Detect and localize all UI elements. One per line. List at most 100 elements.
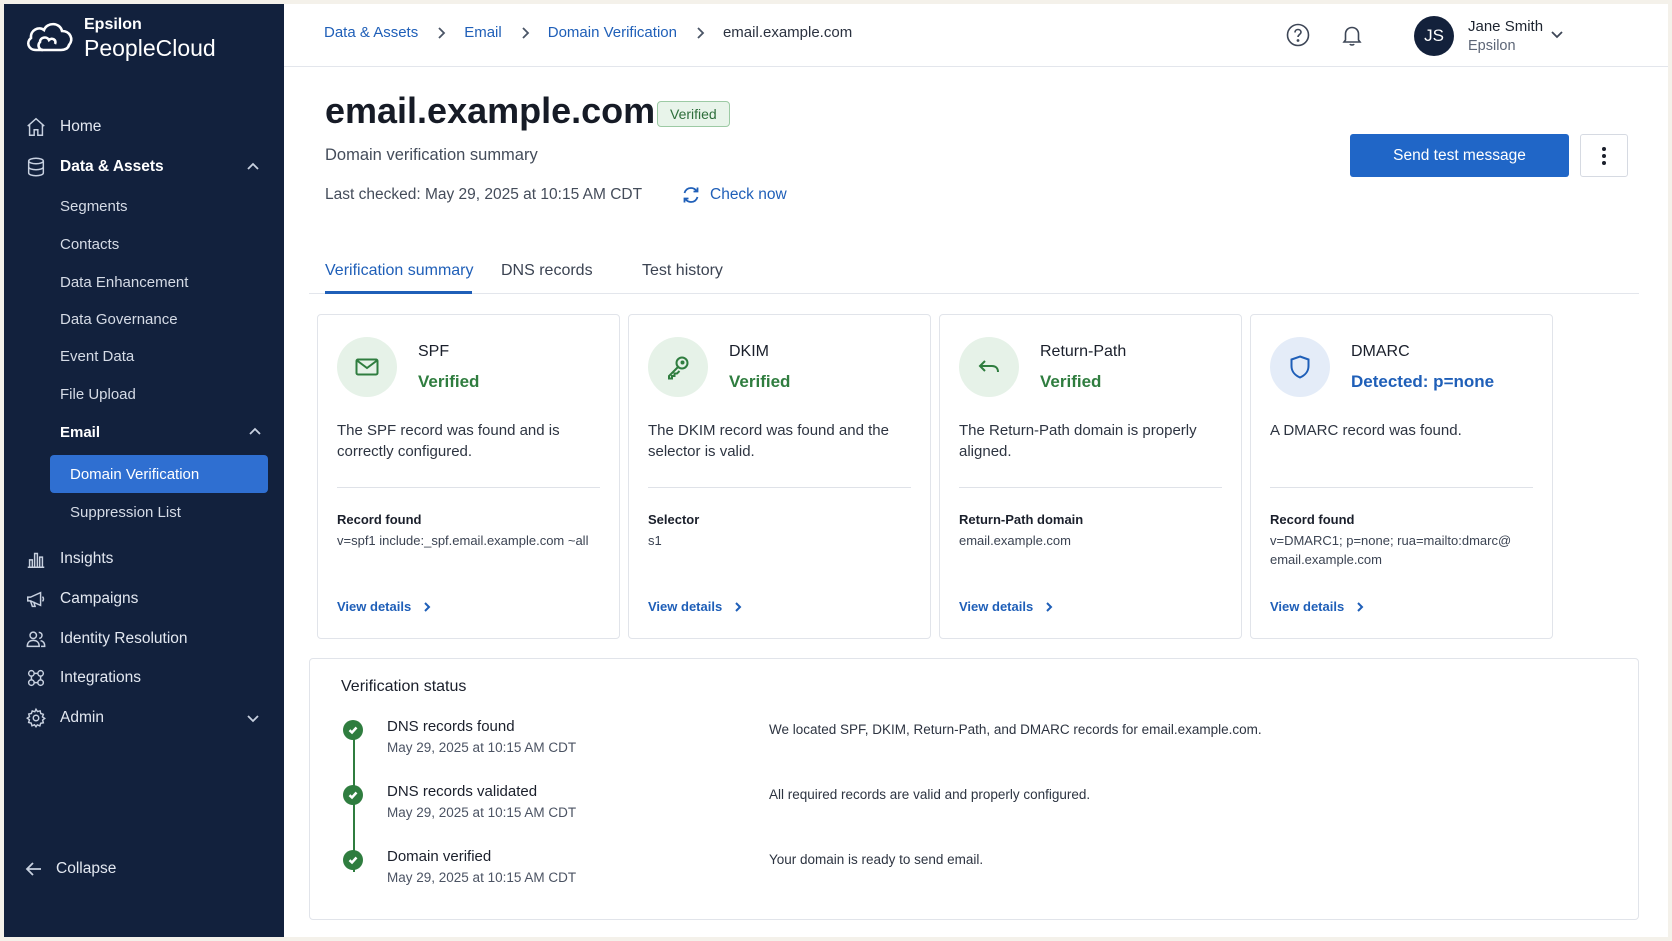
chevron-right-icon bbox=[436, 26, 446, 40]
tab-verification-summary[interactable]: Verification summary bbox=[325, 262, 474, 280]
tab-bar: Verification summary DNS records Test hi… bbox=[309, 254, 1639, 294]
record-value: s1 bbox=[648, 533, 662, 548]
last-checked-text: Last checked: May 29, 2025 at 10:15 AM C… bbox=[325, 186, 643, 203]
status-badge: Verified bbox=[657, 101, 730, 127]
megaphone-icon bbox=[24, 587, 48, 611]
help-icon[interactable] bbox=[1285, 22, 1311, 48]
home-icon bbox=[24, 115, 48, 139]
bar-chart-icon bbox=[24, 547, 48, 571]
step-message: We located SPF, DKIM, Return-Path, and D… bbox=[769, 722, 1262, 737]
section-title: Verification status bbox=[341, 678, 467, 695]
sidebar-item-label: Domain Verification bbox=[70, 465, 200, 483]
brand-name: Epsilon bbox=[84, 16, 142, 33]
shield-icon bbox=[1270, 337, 1330, 397]
app-window: Epsilon PeopleCloud Home Data & Assets S… bbox=[4, 4, 1668, 937]
chevron-right-icon bbox=[520, 26, 530, 40]
divider bbox=[959, 487, 1222, 488]
user-org: Epsilon bbox=[1468, 37, 1516, 54]
chevron-up-icon[interactable] bbox=[246, 423, 264, 445]
view-details-label: View details bbox=[1270, 599, 1345, 614]
return-arrow-icon bbox=[959, 337, 1019, 397]
dmarc-card: DMARC Detected: p=none A DMARC record wa… bbox=[1250, 314, 1553, 639]
view-details-label: View details bbox=[959, 599, 1034, 614]
sidebar-item-home[interactable]: Home bbox=[24, 109, 272, 145]
step-time: May 29, 2025 at 10:15 AM CDT bbox=[387, 870, 577, 885]
user-menu[interactable]: Jane Smith Epsilon bbox=[1468, 18, 1543, 55]
view-details-label: View details bbox=[648, 599, 723, 614]
card-description: The SPF record was found and is correctl… bbox=[337, 422, 560, 460]
page-subtitle: Domain verification summary bbox=[325, 146, 538, 164]
divider bbox=[1270, 487, 1533, 488]
sidebar-item-data-assets[interactable]: Data & Assets bbox=[24, 149, 272, 185]
more-options-button[interactable] bbox=[1580, 134, 1628, 177]
record-value: v=spf1 include:_spf.email.example.com ~a… bbox=[337, 533, 589, 548]
sidebar-item-label: Campaigns bbox=[60, 590, 139, 607]
send-test-message-button[interactable]: Send test message bbox=[1350, 134, 1569, 177]
sidebar-subitem-domain-verification[interactable]: Domain Verification bbox=[50, 455, 268, 493]
sidebar-subitem-event-data[interactable]: Event Data bbox=[60, 339, 134, 373]
sidebar-subitem-segments[interactable]: Segments bbox=[60, 189, 128, 223]
step-message: Your domain is ready to send email. bbox=[769, 852, 984, 867]
card-description: A DMARC record was found. bbox=[1270, 422, 1462, 439]
breadcrumb-link-email[interactable]: Email bbox=[464, 24, 502, 41]
card-status: Verified bbox=[1040, 372, 1102, 391]
product-name: PeopleCloud bbox=[84, 34, 216, 61]
check-circle-icon bbox=[343, 785, 363, 805]
verification-status-panel: Verification status DNS records found Ma… bbox=[309, 658, 1639, 920]
sidebar-item-label: Admin bbox=[60, 709, 104, 726]
card-status: Verified bbox=[729, 372, 791, 391]
integrations-icon bbox=[24, 666, 48, 690]
logo[interactable]: Epsilon PeopleCloud bbox=[24, 16, 216, 61]
tab-dns-records[interactable]: DNS records bbox=[501, 262, 593, 280]
sidebar-item-campaigns[interactable]: Campaigns bbox=[24, 581, 272, 617]
card-status: Verified bbox=[418, 372, 480, 391]
avatar[interactable]: JS bbox=[1414, 16, 1454, 56]
check-now-button[interactable]: Check now bbox=[680, 184, 787, 206]
chevron-down-icon[interactable] bbox=[1549, 26, 1567, 44]
sidebar-item-label: Insights bbox=[60, 550, 114, 567]
chevron-up-icon[interactable] bbox=[244, 158, 262, 176]
view-details-link[interactable]: View details bbox=[337, 599, 433, 614]
sidebar-item-insights[interactable]: Insights bbox=[24, 541, 272, 577]
sidebar-item-label: Integrations bbox=[60, 669, 141, 686]
chevron-down-icon[interactable] bbox=[244, 709, 262, 727]
step-title: DNS records validated bbox=[387, 783, 538, 800]
view-details-link[interactable]: View details bbox=[959, 599, 1055, 614]
step-title: DNS records found bbox=[387, 718, 515, 735]
record-value: v=DMARC1; p=none; rua=mailto:dmarc@ emai… bbox=[1270, 533, 1512, 567]
sidebar-subitem-contacts[interactable]: Contacts bbox=[60, 227, 119, 261]
people-icon bbox=[24, 627, 48, 651]
view-details-link[interactable]: View details bbox=[1270, 599, 1366, 614]
card-description: The Return-Path domain is properly align… bbox=[959, 422, 1197, 460]
view-details-label: View details bbox=[337, 599, 412, 614]
breadcrumb-link-data-assets[interactable]: Data & Assets bbox=[324, 24, 418, 41]
sidebar-subitem-data-enhancement[interactable]: Data Enhancement bbox=[60, 265, 188, 299]
sidebar-item-identity-resolution[interactable]: Identity Resolution bbox=[24, 621, 272, 657]
collapse-label: Collapse bbox=[56, 860, 117, 877]
sidebar-item-admin[interactable]: Admin bbox=[24, 700, 272, 736]
vertical-ellipsis-icon bbox=[1602, 146, 1606, 165]
collapse-button[interactable]: Collapse bbox=[24, 859, 116, 879]
check-circle-icon bbox=[343, 850, 363, 870]
sidebar-subitem-file-upload[interactable]: File Upload bbox=[60, 377, 136, 411]
chevron-right-icon bbox=[424, 601, 431, 612]
divider bbox=[648, 487, 911, 488]
sidebar-item-label: Identity Resolution bbox=[60, 630, 188, 647]
breadcrumb-current: email.example.com bbox=[722, 24, 853, 41]
cloud-logo-icon bbox=[26, 23, 73, 52]
step-time: May 29, 2025 at 10:15 AM CDT bbox=[387, 805, 577, 820]
breadcrumb-link-domain-verification[interactable]: Domain Verification bbox=[548, 24, 677, 41]
sidebar-subitem-email[interactable]: Email bbox=[60, 415, 268, 449]
divider bbox=[337, 487, 600, 488]
bell-icon[interactable] bbox=[1339, 22, 1365, 48]
sidebar-item-label: Data & Assets bbox=[60, 158, 164, 175]
sidebar-subitem-suppression-list[interactable]: Suppression List bbox=[70, 495, 181, 529]
arrow-left-icon bbox=[25, 862, 41, 876]
tab-test-history[interactable]: Test history bbox=[642, 262, 723, 280]
check-now-label: Check now bbox=[710, 186, 787, 203]
view-details-link[interactable]: View details bbox=[648, 599, 744, 614]
sidebar-subitem-data-governance[interactable]: Data Governance bbox=[60, 302, 178, 336]
sidebar-item-integrations[interactable]: Integrations bbox=[24, 660, 272, 696]
refresh-icon bbox=[683, 187, 699, 203]
user-name: Jane Smith bbox=[1468, 18, 1544, 35]
